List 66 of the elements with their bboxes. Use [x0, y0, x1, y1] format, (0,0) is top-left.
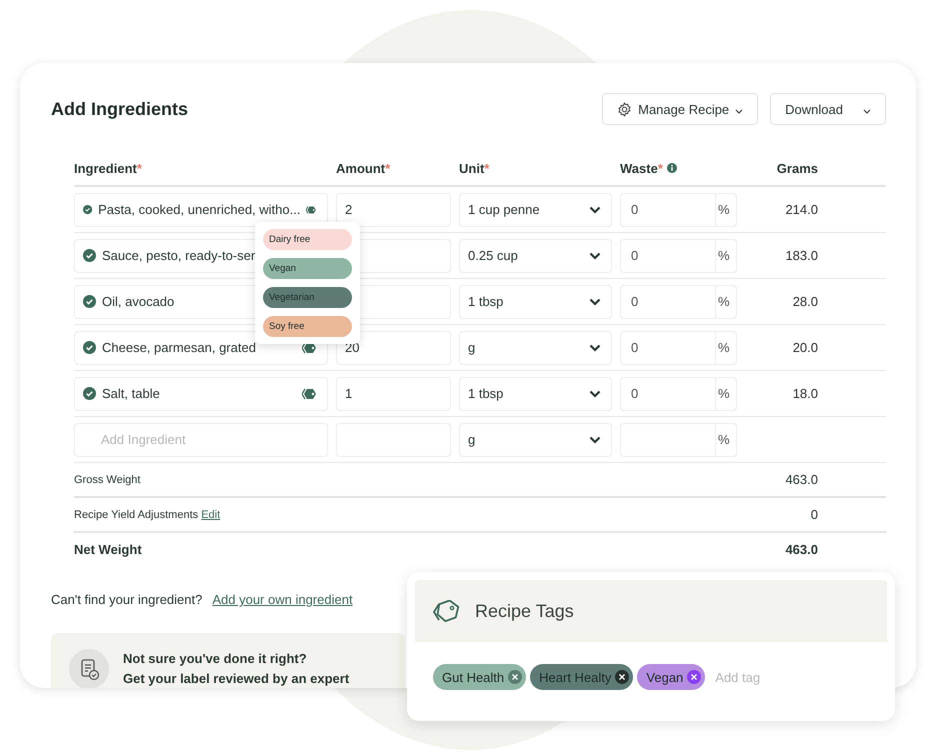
check-icon [83, 203, 92, 216]
chevron-down-icon [589, 390, 601, 398]
recipe-tags-title: Recipe Tags [475, 600, 574, 622]
total-value: 463.0 [785, 472, 819, 487]
waste-field[interactable]: 0 % [620, 376, 737, 410]
unit-dropdown[interactable]: 1 tbsp [459, 376, 612, 410]
unit-dropdown[interactable]: g [459, 330, 612, 364]
page-title: Add Ingredients [51, 98, 188, 120]
tag-icon[interactable] [306, 204, 317, 216]
column-header: Ingredient* [74, 160, 143, 176]
chevron-down-icon [589, 436, 601, 444]
column-header: Grams [776, 160, 819, 176]
unit-dropdown[interactable]: 0.25 cup [459, 238, 612, 272]
tag-chip: Gut Health [433, 664, 526, 690]
tag-icon[interactable] [302, 388, 317, 400]
settings-icon [617, 102, 632, 116]
total-label: Net Weight [74, 542, 142, 557]
expert-text: Not sure you've done it right? Get your label reviewed by an expert [123, 650, 350, 688]
chevron-down-icon [589, 252, 601, 260]
column-header: Waste* [620, 160, 745, 176]
total-value: 0 [810, 507, 819, 522]
info-icon[interactable] [666, 163, 677, 173]
tag-chip: Heart Healty [530, 664, 634, 690]
tag-icon [433, 600, 461, 622]
chevron-down-icon [863, 108, 871, 114]
column-header: Amount* [336, 160, 392, 176]
amount-field[interactable]: 1 [336, 376, 451, 410]
tag-option[interactable]: Soy free [263, 316, 352, 337]
footer-question: Can't find your ingredient? [51, 592, 202, 607]
check-icon [83, 295, 96, 308]
chevron-down-icon [735, 108, 744, 114]
waste-field[interactable]: 0 % [620, 330, 737, 364]
edit-link[interactable]: Edit [201, 508, 220, 520]
column-header: Unit* [459, 160, 490, 176]
waste-field[interactable]: 0 % [620, 192, 737, 226]
chevron-down-icon [589, 206, 601, 214]
waste-field[interactable]: % [620, 422, 737, 456]
grams-value: 20.0 [792, 340, 819, 355]
unit-dropdown[interactable]: g [459, 422, 612, 456]
download-button[interactable]: Download [770, 93, 886, 125]
grams-value: 18.0 [792, 386, 819, 401]
tag-chip: Vegan [637, 664, 706, 690]
chevron-down-icon [589, 298, 601, 306]
grams-value: 183.0 [784, 248, 819, 263]
grams-value: 214.0 [784, 202, 819, 217]
total-value: 463.0 [785, 542, 819, 557]
tag-option[interactable]: Vegan [263, 258, 352, 279]
manage-recipe-button[interactable]: Manage Recipe [602, 93, 758, 125]
chevron-down-icon [589, 344, 601, 352]
waste-field[interactable]: 0 % [620, 238, 737, 272]
total-label: Recipe Yield Adjustments Edit [74, 508, 220, 520]
ingredient-field[interactable]: Salt, table [74, 376, 328, 410]
tag-option[interactable]: Dairy free [263, 229, 352, 250]
check-icon [83, 341, 96, 354]
check-icon [83, 249, 96, 262]
add-ingredient-link[interactable]: Add your own ingredient [212, 592, 353, 607]
document-check-icon [69, 649, 109, 688]
check-icon [83, 387, 96, 400]
unit-dropdown[interactable]: 1 cup penne [459, 192, 612, 226]
grams-value: 28.0 [792, 294, 819, 309]
remove-icon[interactable] [615, 670, 630, 684]
expert-banner[interactable]: Not sure you've done it right? Get your label reviewed by an expert [51, 633, 405, 688]
tag-icon[interactable] [302, 342, 317, 354]
unit-dropdown[interactable]: 1 tbsp [459, 284, 612, 318]
waste-field[interactable]: 0 % [620, 284, 737, 318]
total-label: Gross Weight [74, 474, 140, 486]
